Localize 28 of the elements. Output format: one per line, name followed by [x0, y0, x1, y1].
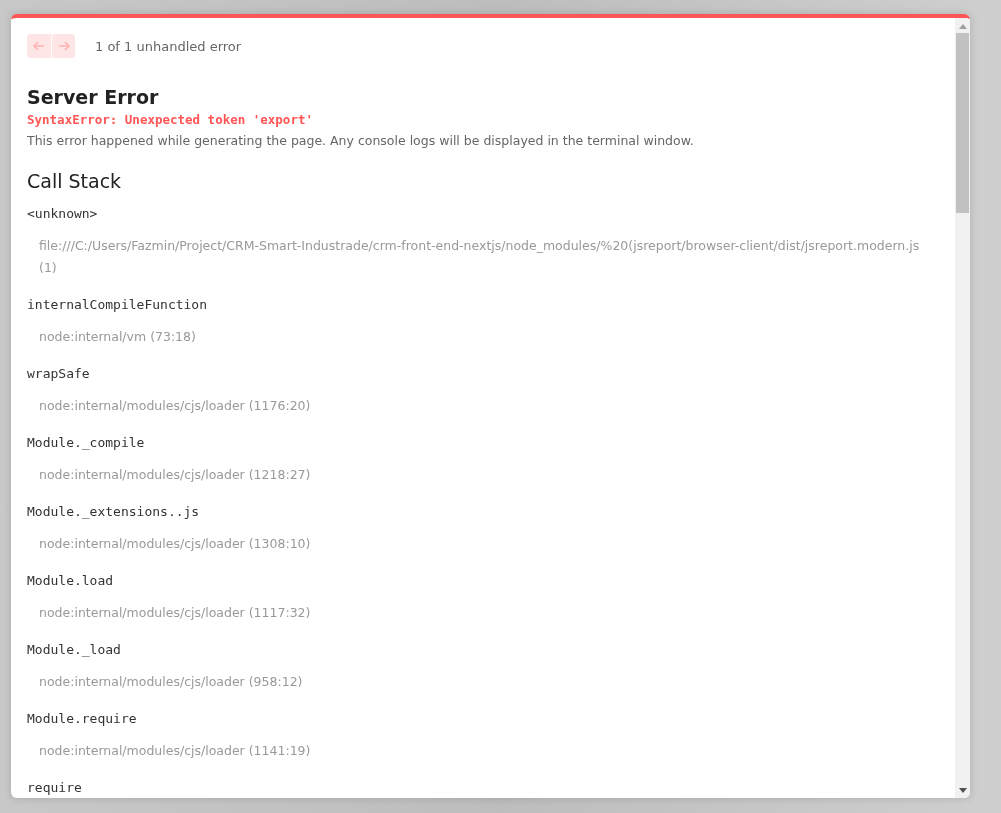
stack-frame-location[interactable]: node:internal/modules/cjs/loader (958:12)	[39, 671, 939, 693]
stack-frame-function: internalCompileFunction	[27, 297, 208, 312]
error-counter: 1 of 1 unhandled error	[95, 38, 242, 54]
stack-frame-function: Module._load	[27, 642, 122, 657]
scrollbar-thumb[interactable]	[956, 33, 969, 213]
scrollbar[interactable]	[955, 18, 970, 798]
stack-frame-location[interactable]: node:internal/modules/cjs/loader (1308:10)	[39, 533, 939, 555]
left-arrow-icon	[32, 39, 46, 53]
error-title: Server Error	[27, 86, 160, 108]
stack-frame-location[interactable]: node:internal/modules/cjs/loader (1117:32)	[39, 602, 939, 624]
scroll-up-icon[interactable]	[958, 24, 967, 29]
stack-frame-function: <unknown>	[27, 206, 99, 221]
stack-frame-function: Module.require	[27, 711, 138, 726]
stack-frame-location[interactable]: node:internal/modules/cjs/loader (1218:27)	[39, 464, 939, 486]
error-message: SyntaxError: Unexpected token 'export'	[27, 112, 314, 127]
call-stack-heading: Call Stack	[27, 170, 123, 192]
stack-frame-location[interactable]: node:internal/modules/cjs/loader (1176:20)	[39, 395, 939, 417]
stack-frame-function: Module._compile	[27, 435, 146, 450]
right-arrow-icon	[56, 39, 71, 53]
stack-frame-function: require	[27, 780, 83, 795]
stack-frame-location[interactable]: file:///C:/Users/Fazmin/Project/CRM-Smart-Industrade/crm-front-end-nextjs/node_modules/%20(jsreport/browser-client/dist/jsreport.modern.js (1)	[39, 235, 939, 279]
stack-frame-location[interactable]: node:internal/vm (73:18)	[39, 326, 939, 348]
stack-frame-function: Module._extensions..js	[27, 504, 201, 519]
stack-frame-location[interactable]: node:internal/modules/cjs/loader (1141:19)	[39, 740, 939, 762]
stack-frame-function: Module.load	[27, 573, 115, 588]
stack-frame-function: wrapSafe	[27, 366, 91, 381]
error-description: This error happened while generating the page. Any console logs will be displayed in the terminal window.	[27, 133, 695, 148]
scroll-down-icon[interactable]	[958, 788, 967, 793]
